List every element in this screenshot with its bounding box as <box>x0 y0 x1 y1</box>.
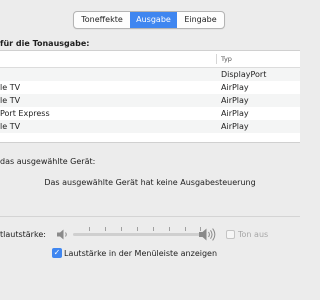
slider-tick <box>105 227 106 231</box>
speaker-high-icon <box>199 228 216 241</box>
device-type: DisplayPort <box>221 70 267 79</box>
slider-tick <box>121 227 122 231</box>
slider-track[interactable] <box>73 233 201 236</box>
device-name: le TV <box>0 122 21 131</box>
table-row[interactable]: le TV AirPlay <box>0 94 300 107</box>
output-volume-slider[interactable] <box>73 227 201 238</box>
divider <box>0 216 300 217</box>
output-volume-label: tlautstärke: <box>0 230 46 239</box>
mute-label: Ton aus <box>238 230 269 239</box>
show-volume-in-menubar-checkbox[interactable]: ✓ <box>52 248 62 258</box>
output-device-heading: für die Tonausgabe: <box>0 39 90 48</box>
device-name: Port Express <box>0 109 50 118</box>
table-row[interactable]: le TV AirPlay <box>0 120 300 133</box>
table-row[interactable]: DisplayPort <box>0 68 300 81</box>
checkmark-icon: ✓ <box>53 248 61 257</box>
slider-tick <box>137 227 138 231</box>
slider-tick <box>153 227 154 231</box>
table-header: Typ <box>0 51 300 68</box>
table-row[interactable]: Port Express AirPlay <box>0 107 300 120</box>
tab-eingabe[interactable]: Eingabe <box>176 12 224 28</box>
column-header-type[interactable]: Typ <box>221 55 232 63</box>
device-type: AirPlay <box>221 109 249 118</box>
show-volume-in-menubar-label: Lautstärke in der Menüleiste anzeigen <box>64 249 218 258</box>
slider-tick <box>89 227 90 231</box>
device-type: AirPlay <box>221 83 249 92</box>
slider-tick <box>185 227 186 231</box>
device-name: le TV <box>0 83 21 92</box>
device-type: AirPlay <box>221 96 249 105</box>
tab-toneffekte[interactable]: Toneffekte <box>74 12 130 28</box>
slider-tick <box>169 227 170 231</box>
device-name: le TV <box>0 96 21 105</box>
no-output-controls-message: Das ausgewählte Gerät hat keine Ausgabes… <box>44 178 256 187</box>
device-type: AirPlay <box>221 122 249 131</box>
mute-checkbox[interactable] <box>226 230 235 239</box>
speaker-low-icon <box>57 229 67 240</box>
tab-ausgabe[interactable]: Ausgabe <box>130 12 176 28</box>
selected-device-settings-label: das ausgewählte Gerät: <box>0 157 96 166</box>
column-separator[interactable] <box>216 54 217 64</box>
sound-tab-bar: Toneffekte Ausgabe Eingabe <box>73 11 225 29</box>
table-row[interactable]: le TV AirPlay <box>0 81 300 94</box>
output-device-table[interactable]: Typ DisplayPort le TV AirPlay le TV AirP… <box>0 50 300 143</box>
